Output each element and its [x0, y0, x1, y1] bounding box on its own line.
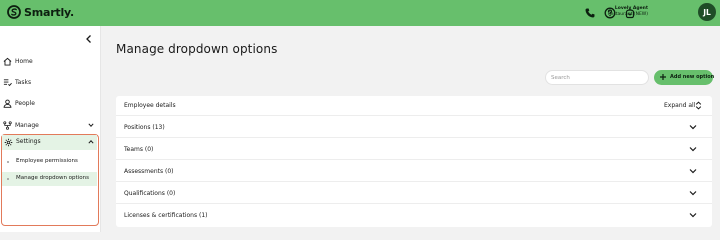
add-new-option-button[interactable]: Add new option: [654, 70, 715, 85]
row-label: Licenses & certifications (1): [124, 212, 208, 219]
accordion-row-teams[interactable]: Teams (0): [116, 138, 712, 160]
manage-icon: [3, 120, 12, 130]
search-input[interactable]: [545, 70, 649, 85]
expand-collapse-icon[interactable]: [695, 101, 702, 110]
card-header-title: Employee details: [124, 102, 176, 109]
chevron-down-icon[interactable]: [88, 122, 94, 128]
accordion-row-qualifications[interactable]: Qualifications (0): [116, 182, 712, 204]
sidebar-subitem-manage-dropdown-options[interactable]: Manage dropdown options: [2, 172, 97, 186]
settings-icon: [4, 138, 13, 147]
card-header: Employee details Expand all: [116, 96, 712, 116]
sidebar-subitem-label: Manage dropdown options: [16, 175, 89, 181]
plus-icon: [660, 74, 666, 80]
chevron-down-icon[interactable]: [689, 146, 697, 152]
accordion-row-licenses-certifications[interactable]: Licenses & certifications (1): [116, 204, 712, 226]
sidebar-item-settings[interactable]: Settings: [2, 135, 97, 150]
chevron-down-icon[interactable]: [689, 168, 697, 174]
user-info[interactable]: Lovely Agent Restaurant (NEW): [601, 6, 648, 17]
top-bar: Smartly. Lovely Agent Restaurant (NEW) J…: [0, 0, 720, 26]
phone-icon[interactable]: [584, 7, 596, 19]
sidebar-item-manage[interactable]: Manage: [0, 117, 101, 133]
sidebar-item-label: Home: [15, 57, 33, 65]
logo-icon: [7, 5, 21, 19]
home-icon: [3, 57, 12, 66]
settings-section: Settings Employee permissions Manage dro…: [1, 134, 99, 226]
logo-text: Smartly.: [24, 5, 75, 19]
sidebar-subitem-employee-permissions[interactable]: Employee permissions: [2, 155, 97, 169]
sidebar-item-label: Tasks: [15, 78, 32, 86]
sidebar: Home Tasks People Manage Settings Employ…: [0, 26, 101, 232]
avatar[interactable]: JL: [698, 3, 716, 21]
sidebar-subitem-label: Employee permissions: [16, 158, 78, 164]
bullet-icon: [7, 161, 9, 163]
sidebar-item-label: Manage: [15, 121, 39, 129]
row-label: Positions (13): [124, 124, 165, 131]
page-title: Manage dropdown options: [116, 42, 278, 56]
chevron-up-icon[interactable]: [88, 139, 94, 145]
chevron-down-icon[interactable]: [689, 124, 697, 130]
expand-all-button[interactable]: Expand all: [664, 102, 695, 109]
sidebar-item-tasks[interactable]: Tasks: [0, 74, 101, 90]
employee-details-card: Employee details Expand all Positions (1…: [116, 96, 712, 227]
chevron-down-icon[interactable]: [689, 190, 697, 196]
row-label: Teams (0): [124, 146, 154, 153]
sidebar-item-label: Settings: [16, 138, 41, 145]
user-role: Restaurant (NEW): [607, 11, 648, 17]
sidebar-item-home[interactable]: Home: [0, 53, 101, 69]
sidebar-item-label: People: [15, 99, 35, 107]
logo[interactable]: Smartly.: [7, 5, 74, 19]
collapse-sidebar-icon[interactable]: [84, 34, 94, 44]
tasks-icon: [3, 78, 12, 86]
chevron-down-icon[interactable]: [689, 212, 697, 218]
row-label: Assessments (0): [124, 168, 174, 175]
bullet-icon: [7, 178, 9, 180]
accordion-row-assessments[interactable]: Assessments (0): [116, 160, 712, 182]
sidebar-item-people[interactable]: People: [0, 95, 101, 111]
people-icon: [3, 99, 12, 108]
row-label: Qualifications (0): [124, 190, 176, 197]
add-button-label: Add new option: [670, 74, 715, 80]
accordion-row-positions[interactable]: Positions (13): [116, 116, 712, 138]
